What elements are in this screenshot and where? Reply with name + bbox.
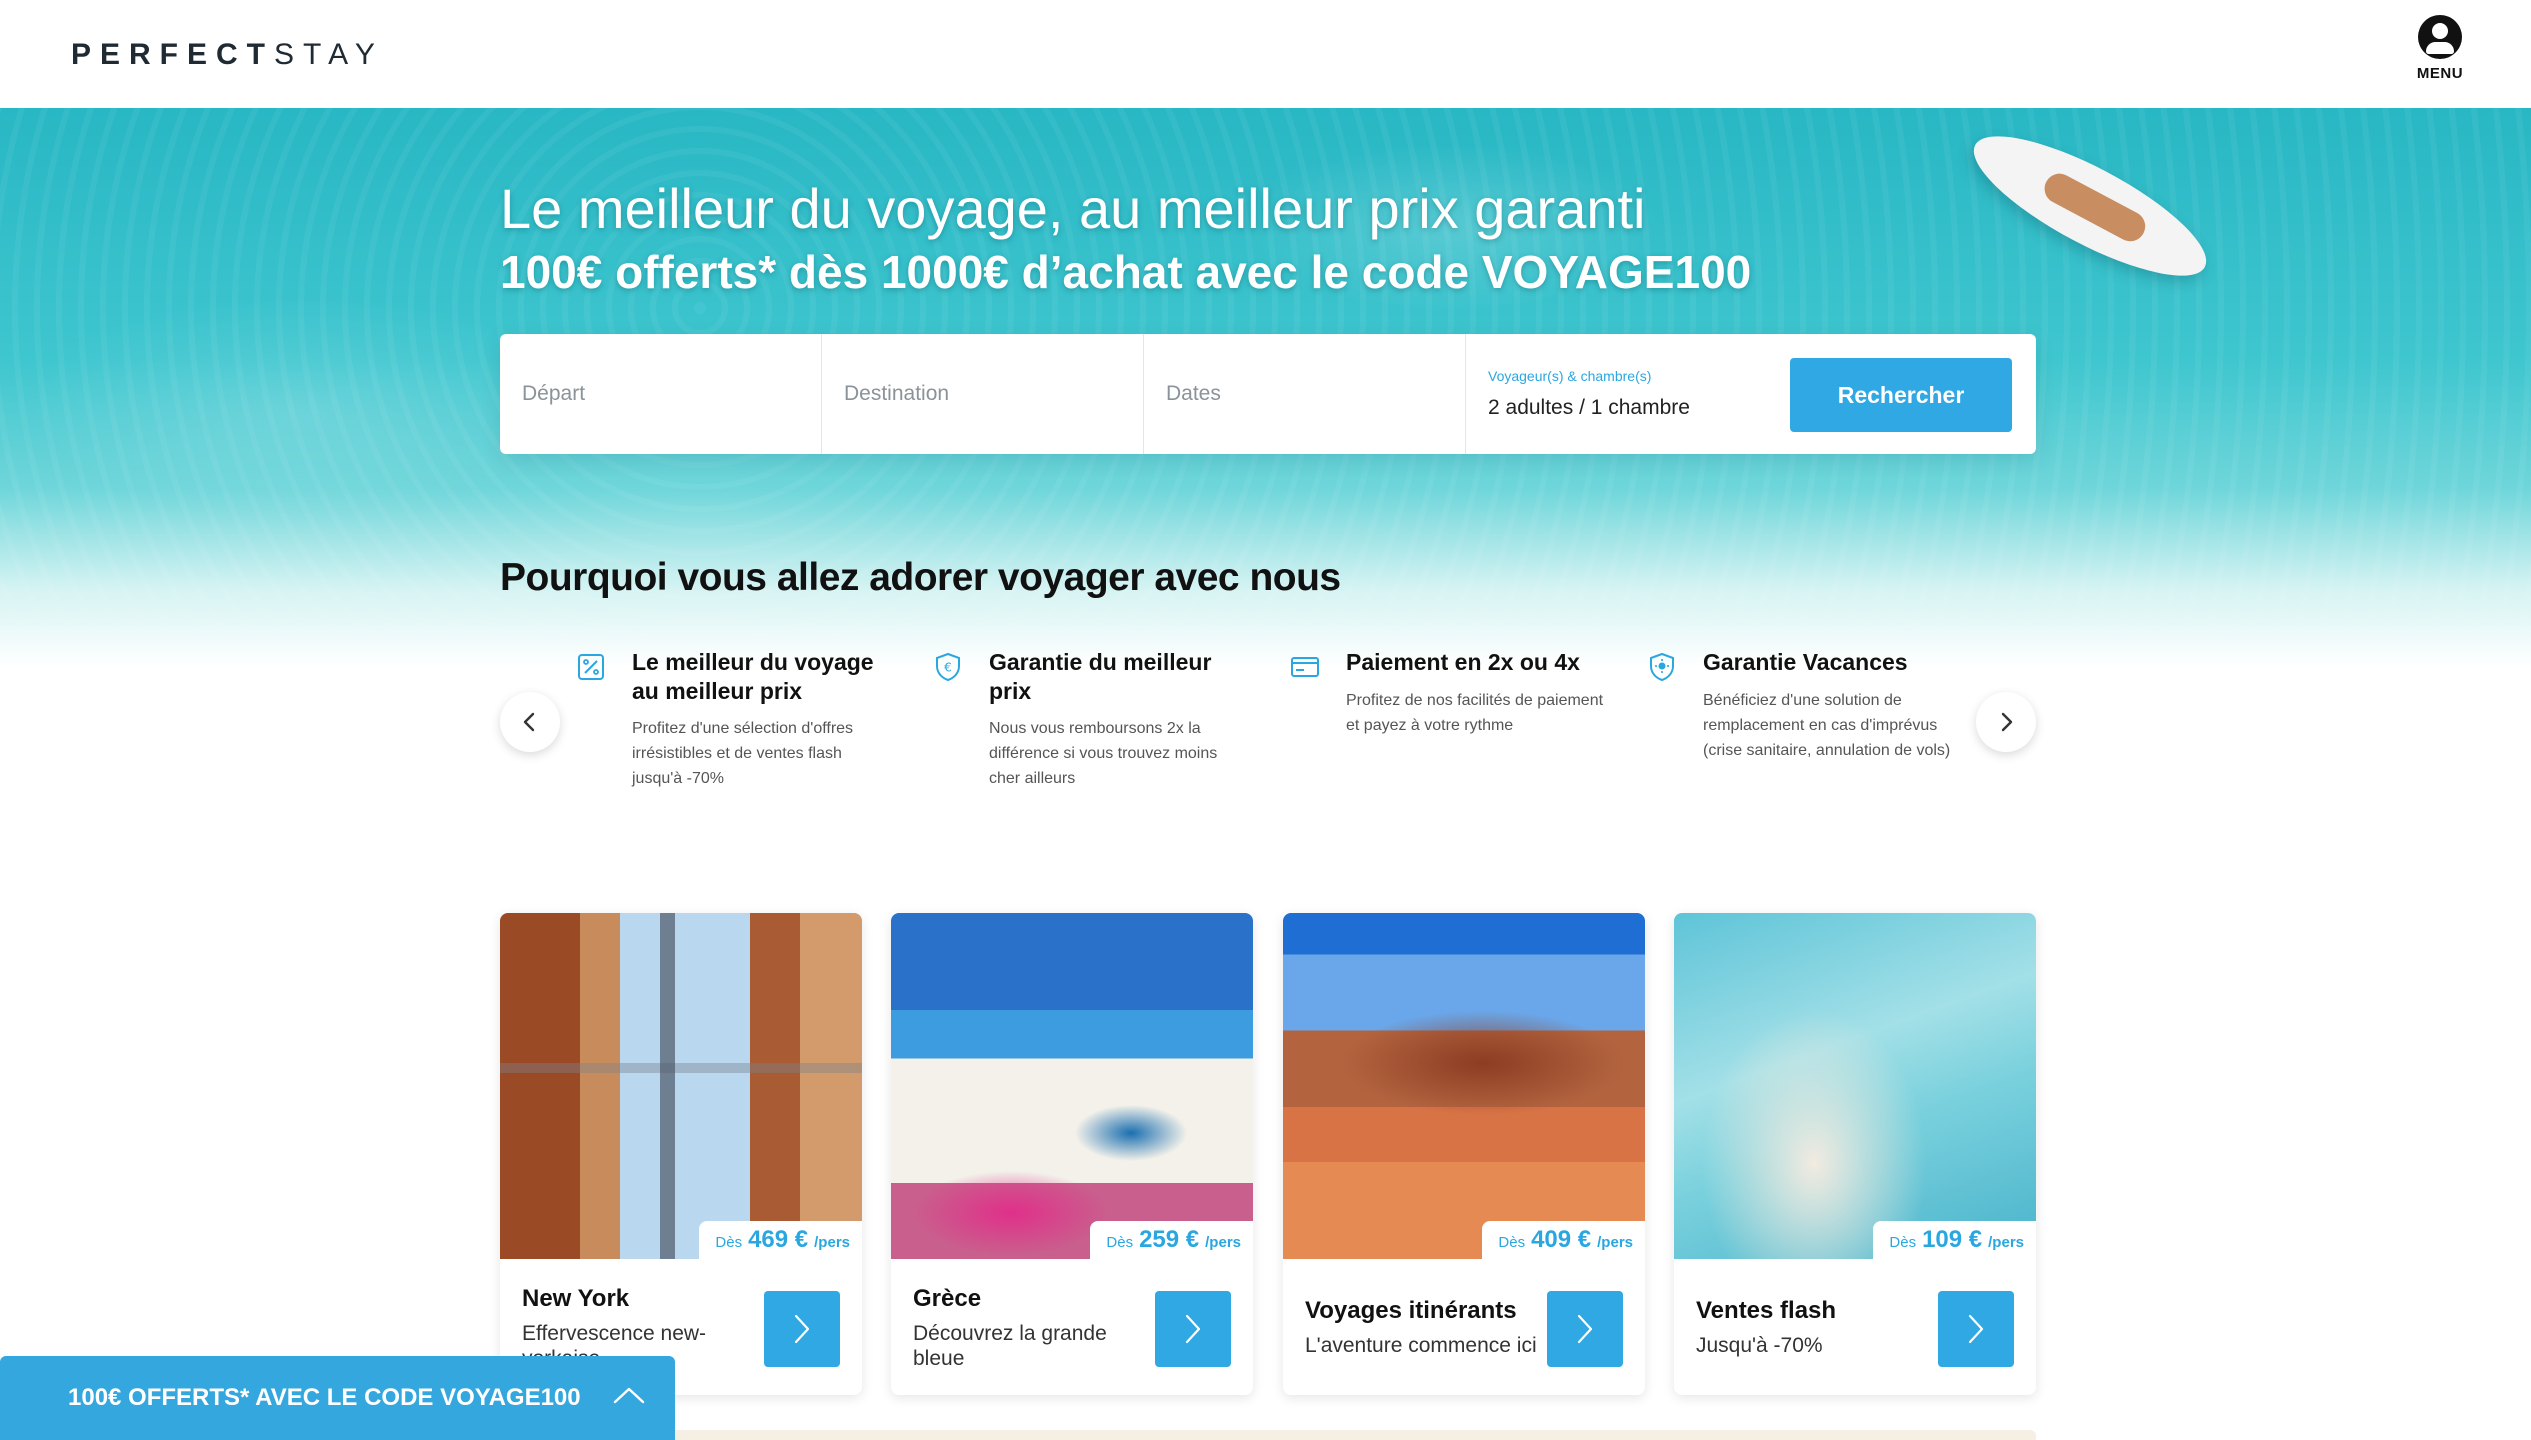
percent-icon bbox=[578, 654, 604, 680]
price-amount: 109 € bbox=[1922, 1226, 1983, 1253]
card-desc: Jusqu'à -70% bbox=[1696, 1334, 1823, 1357]
card-arrow-button[interactable] bbox=[764, 1291, 840, 1367]
feature-title: Le meilleur du voyage au meilleur prix bbox=[632, 649, 874, 704]
departure-placeholder: Départ bbox=[522, 382, 586, 405]
price-suffix: /pers bbox=[814, 1234, 850, 1251]
price-badge: Dès 409 € /pers bbox=[1482, 1221, 1645, 1259]
card-arrow-button[interactable] bbox=[1155, 1291, 1231, 1367]
why-title: Pourquoi vous allez adorer voyager avec … bbox=[500, 556, 1341, 599]
card-desc: Découvrez la grande bleue bbox=[913, 1322, 1107, 1370]
new-york-image bbox=[500, 913, 862, 1259]
sun-shield-icon bbox=[1650, 652, 1674, 682]
chevron-right-icon bbox=[2001, 712, 2013, 732]
euro-shield-icon: € bbox=[936, 652, 960, 682]
chevron-left-icon bbox=[523, 712, 535, 732]
menu-button[interactable]: MENU bbox=[2409, 15, 2471, 82]
feature-text: Profitez de nos facilités de paiement et… bbox=[1346, 692, 1604, 734]
carousel-next-button[interactable] bbox=[1976, 692, 2036, 752]
card-title: Grèce bbox=[913, 1285, 982, 1312]
destination-placeholder: Destination bbox=[844, 382, 950, 405]
travelers-field[interactable]: Voyageur(s) & chambre(s) 2 adultes / 1 c… bbox=[1466, 334, 1766, 454]
chevron-right-icon bbox=[794, 1314, 810, 1344]
logo-bold: PERFECT bbox=[71, 38, 275, 71]
travelers-value: 2 adultes / 1 chambre bbox=[1488, 396, 1690, 419]
hero-subtitle: 100€ offerts* dès 1000€ d’achat avec le … bbox=[500, 246, 1752, 298]
price-prefix: Dès bbox=[1498, 1234, 1526, 1251]
menu-label: MENU bbox=[2416, 65, 2464, 82]
card-title: Ventes flash bbox=[1696, 1297, 1837, 1324]
chevron-right-icon bbox=[1968, 1314, 1984, 1344]
feature-title: Garantie Vacances bbox=[1703, 649, 1908, 675]
card-title: Voyages itinérants bbox=[1305, 1297, 1517, 1324]
card-desc: L'aventure commence ici bbox=[1305, 1334, 1537, 1357]
greece-image bbox=[891, 913, 1253, 1259]
card-title: New York bbox=[522, 1285, 630, 1312]
price-badge: Dès 259 € /pers bbox=[1090, 1221, 1253, 1259]
price-suffix: /pers bbox=[1205, 1234, 1241, 1251]
price-prefix: Dès bbox=[1106, 1234, 1134, 1251]
price-suffix: /pers bbox=[1988, 1234, 2024, 1251]
surfer-image bbox=[1957, 111, 2223, 301]
departure-field[interactable]: Départ bbox=[500, 334, 822, 454]
card-arrow-button[interactable] bbox=[1938, 1291, 2014, 1367]
card-new-york[interactable]: Dès 469 € /pers New York Effervescence n… bbox=[500, 913, 862, 1395]
price-amount: 409 € bbox=[1531, 1226, 1592, 1253]
card-greece[interactable]: Dès 259 € /pers Grèce Découvrez la grand… bbox=[891, 913, 1253, 1395]
feature-text: Bénéficiez d'une solution de remplacemen… bbox=[1703, 692, 1951, 759]
chevron-right-icon bbox=[1577, 1314, 1593, 1344]
card-itinerant-trips[interactable]: Dès 409 € /pers Voyages itinérants L'ave… bbox=[1283, 913, 1645, 1395]
dates-placeholder: Dates bbox=[1166, 382, 1221, 405]
price-suffix: /pers bbox=[1597, 1234, 1633, 1251]
price-prefix: Dès bbox=[1889, 1234, 1917, 1251]
credit-card-icon bbox=[1291, 657, 1319, 677]
price-amount: 469 € bbox=[748, 1226, 809, 1253]
svg-text:€: € bbox=[944, 661, 952, 675]
search-button[interactable]: Rechercher bbox=[1790, 358, 2012, 432]
page: PERFECTSTAY MENU Le meilleur du voyage, … bbox=[0, 0, 2531, 1440]
promo-banner[interactable]: 100€ OFFERTS* AVEC LE CODE VOYAGE100 bbox=[0, 1356, 675, 1440]
card-flash-sales[interactable]: Dès 109 € /pers Ventes flash Jusqu'à -70… bbox=[1674, 913, 2036, 1395]
user-icon bbox=[2418, 15, 2462, 59]
promo-text: 100€ OFFERTS* AVEC LE CODE VOYAGE100 bbox=[68, 1384, 581, 1411]
hero-title: Le meilleur du voyage, au meilleur prix … bbox=[500, 177, 1646, 240]
desert-image bbox=[1283, 913, 1645, 1259]
feature-text: Profitez d'une sélection d'offres irrési… bbox=[632, 720, 854, 787]
next-section-edge bbox=[500, 1430, 2036, 1440]
carousel-prev-button[interactable] bbox=[500, 692, 560, 752]
card-arrow-button[interactable] bbox=[1547, 1291, 1623, 1367]
destination-field[interactable]: Destination bbox=[822, 334, 1144, 454]
feature-title: Paiement en 2x ou 4x bbox=[1346, 649, 1580, 675]
feature-title: Garantie du meilleur prix bbox=[989, 649, 1212, 704]
price-prefix: Dès bbox=[715, 1234, 743, 1251]
search-bar: Départ Destination Dates Voyageur(s) & c… bbox=[500, 334, 2036, 454]
price-badge: Dès 109 € /pers bbox=[1873, 1221, 2036, 1259]
travelers-label: Voyageur(s) & chambre(s) bbox=[1488, 368, 1652, 384]
price-amount: 259 € bbox=[1139, 1226, 1200, 1253]
dates-field[interactable]: Dates bbox=[1144, 334, 1466, 454]
chevron-right-icon bbox=[1185, 1314, 1201, 1344]
beach-image bbox=[1674, 913, 2036, 1259]
logo-light: STAY bbox=[274, 38, 384, 71]
header: PERFECTSTAY MENU bbox=[0, 0, 2531, 108]
logo[interactable]: PERFECTSTAY bbox=[71, 38, 384, 72]
chevron-up-icon[interactable] bbox=[612, 1384, 646, 1406]
price-badge: Dès 469 € /pers bbox=[699, 1221, 862, 1259]
feature-text: Nous vous remboursons 2x la différence s… bbox=[989, 720, 1218, 787]
